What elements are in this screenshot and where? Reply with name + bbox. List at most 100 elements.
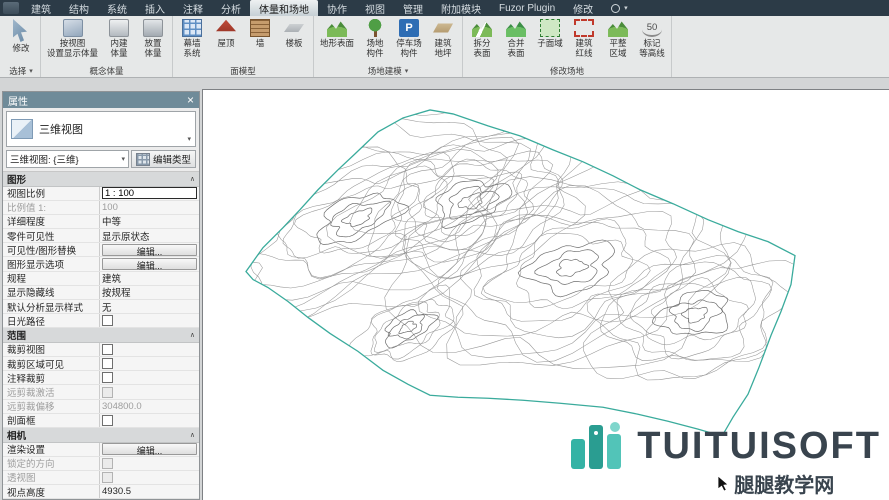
collapse-icon: ∧ — [190, 331, 195, 339]
app-menu-icon[interactable] — [3, 2, 19, 14]
modify-icon — [9, 19, 34, 42]
tab-analyze[interactable]: 分析 — [212, 0, 250, 16]
ribbon-panel-conceptual-mass: 按视图设置显示体量内建体量放置体量概念体量 — [41, 16, 173, 77]
building-pad-icon — [433, 19, 453, 37]
rendering-settings-button[interactable]: 编辑... — [102, 443, 197, 456]
site-component-button[interactable]: 场地构件 — [359, 17, 391, 58]
place-mass-button[interactable]: 放置体量 — [137, 17, 169, 58]
in-place-mass-button[interactable]: 内建体量 — [103, 17, 135, 58]
view-filter-combo[interactable]: 三维视图: {三维} ▾ — [6, 150, 129, 168]
tab-insert[interactable]: 插入 — [136, 0, 174, 16]
modify-button[interactable]: 修改 — [5, 17, 37, 53]
cycle-ribbon-icon[interactable] — [611, 4, 620, 13]
prop-row-rendering-settings: 渲染设置编辑... — [3, 443, 199, 457]
property-line-button[interactable]: 建筑红线 — [568, 17, 600, 58]
merge-surfaces-button[interactable]: 合并表面 — [500, 17, 532, 58]
show-mass-by-view-button[interactable]: 按视图设置显示体量 — [44, 17, 101, 58]
default-analysis-style-text[interactable]: 无 — [102, 300, 112, 313]
wall-button[interactable]: 墙 — [244, 17, 276, 48]
ribbon-tab-bar: 建筑结构系统插入注释分析体量和场地协作视图管理附加模块Fuzor Plugin修… — [0, 0, 889, 16]
tab-addins[interactable]: 附加模块 — [432, 0, 490, 16]
ribbon-panel-model-by-face: 幕墙系统屋顶墙楼板面模型 — [173, 16, 314, 77]
chevron-down-icon: ▾ — [405, 67, 409, 75]
section-extents[interactable]: 范围∧ — [3, 328, 199, 343]
tab-fuzor-plugin[interactable]: Fuzor Plugin — [490, 0, 564, 16]
section-camera[interactable]: 相机∧ — [3, 428, 199, 443]
building-pad-label: 建筑地坪 — [435, 38, 452, 58]
tab-modify[interactable]: 修改 — [564, 0, 602, 16]
toposurface-icon — [327, 19, 347, 37]
toposurface-button[interactable]: 地形表面 — [317, 17, 357, 48]
prop-value-graphic-display-options: 编辑... — [99, 257, 199, 270]
parking-component-button[interactable]: P停车场构件 — [393, 17, 425, 58]
panel-label-site-modeling[interactable]: 场地建模▾ — [317, 65, 459, 77]
prop-value-show-hidden-lines: 按规程 — [99, 286, 199, 299]
roof-button[interactable]: 屋顶 — [210, 17, 242, 48]
prop-label-far-clip-active: 远剪裁激活 — [3, 385, 99, 398]
place-mass-icon — [143, 19, 163, 37]
drawing-area[interactable]: TUITUISOFT 腿腿教学网 — [202, 89, 889, 500]
parts-visibility-text[interactable]: 显示原状态 — [102, 229, 150, 242]
tab-massing-site[interactable]: 体量和场地 — [250, 0, 318, 16]
floor-button[interactable]: 楼板 — [278, 17, 310, 48]
tab-manage[interactable]: 管理 — [394, 0, 432, 16]
tab-architecture[interactable]: 建筑 — [22, 0, 60, 16]
left-dock: 属性 × 三维视图 ▾ 三维视图: {三维} ▾ 编辑类型 — [0, 78, 202, 500]
watermark-subtitle: 腿腿教学网 — [734, 469, 834, 498]
detail-level-text[interactable]: 中等 — [102, 215, 121, 228]
type-selector[interactable]: 三维视图 ▾ — [6, 111, 196, 147]
curtain-system-label: 幕墙系统 — [184, 38, 201, 58]
prop-value-scale-value: 100 — [99, 201, 199, 214]
prop-value-parts-visibility: 显示原状态 — [99, 229, 199, 242]
graphic-display-options-button[interactable]: 编辑... — [102, 258, 197, 271]
crop-region-visible-checkbox[interactable] — [102, 358, 113, 369]
graded-region-button[interactable]: 平整区域 — [602, 17, 634, 58]
wall-icon — [250, 19, 270, 37]
chevron-down-icon[interactable]: ▾ — [624, 4, 628, 12]
label-contours-button[interactable]: 50标记等高线 — [636, 17, 668, 58]
panel-label-selection[interactable]: 选择▾ — [5, 65, 37, 77]
crop-view-checkbox[interactable] — [102, 344, 113, 355]
discipline-text[interactable]: 建筑 — [102, 272, 121, 285]
prop-row-crop-view: 裁剪视图 — [3, 343, 199, 357]
subregion-button[interactable]: 子面域 — [534, 17, 566, 48]
close-icon[interactable]: × — [187, 94, 194, 106]
properties-title: 属性 — [8, 93, 187, 108]
perspective-checkbox — [102, 472, 113, 483]
tab-systems[interactable]: 系统 — [98, 0, 136, 16]
prop-label-section-box: 剖面框 — [3, 414, 99, 427]
split-surface-button[interactable]: 拆分表面 — [466, 17, 498, 58]
show-hidden-lines-text[interactable]: 按规程 — [102, 286, 131, 299]
eye-elevation-text[interactable]: 4930.5 — [102, 486, 131, 497]
parking-component-label: 停车场构件 — [396, 38, 422, 58]
view-scale-input[interactable]: 1 : 100 — [102, 187, 197, 199]
edit-type-button[interactable]: 编辑类型 — [131, 150, 196, 168]
prop-value-view-scale: 1 : 100 — [99, 187, 199, 200]
section-graphics[interactable]: 图形∧ — [3, 172, 199, 187]
section-box-checkbox[interactable] — [102, 415, 113, 426]
curtain-system-button[interactable]: 幕墙系统 — [176, 17, 208, 58]
tab-structure[interactable]: 结构 — [60, 0, 98, 16]
parking-component-icon: P — [399, 19, 419, 37]
prop-value-eye-elevation: 4930.5 — [99, 485, 199, 498]
tab-collaborate[interactable]: 协作 — [318, 0, 356, 16]
ribbon-tabs: 建筑结构系统插入注释分析体量和场地协作视图管理附加模块Fuzor Plugin修… — [22, 0, 602, 16]
prop-label-scale-value: 比例值 1: — [3, 201, 99, 214]
building-pad-button[interactable]: 建筑地坪 — [427, 17, 459, 58]
ribbon-toggle[interactable]: ▾ — [602, 0, 637, 16]
prop-row-discipline: 规程建筑 — [3, 272, 199, 286]
chevron-down-icon: ▾ — [29, 67, 33, 75]
prop-row-default-analysis-style: 默认分析显示样式无 — [3, 300, 199, 314]
tab-view[interactable]: 视图 — [356, 0, 394, 16]
prop-value-locked-orientation — [99, 457, 199, 470]
tab-annotate[interactable]: 注释 — [174, 0, 212, 16]
prop-label-vg-overrides: 可见性/图形替换 — [3, 243, 99, 256]
watermark: TUITUISOFT 腿腿教学网 — [567, 417, 881, 498]
vg-overrides-button[interactable]: 编辑... — [102, 244, 197, 257]
properties-header[interactable]: 属性 × — [3, 92, 199, 108]
ribbon-panel-selection: 修改选择▾ — [2, 16, 41, 77]
sun-path-checkbox[interactable] — [102, 315, 113, 326]
prop-value-detail-level: 中等 — [99, 215, 199, 228]
properties-palette: 属性 × 三维视图 ▾ 三维视图: {三维} ▾ 编辑类型 — [2, 91, 200, 500]
annotation-crop-checkbox[interactable] — [102, 372, 113, 383]
